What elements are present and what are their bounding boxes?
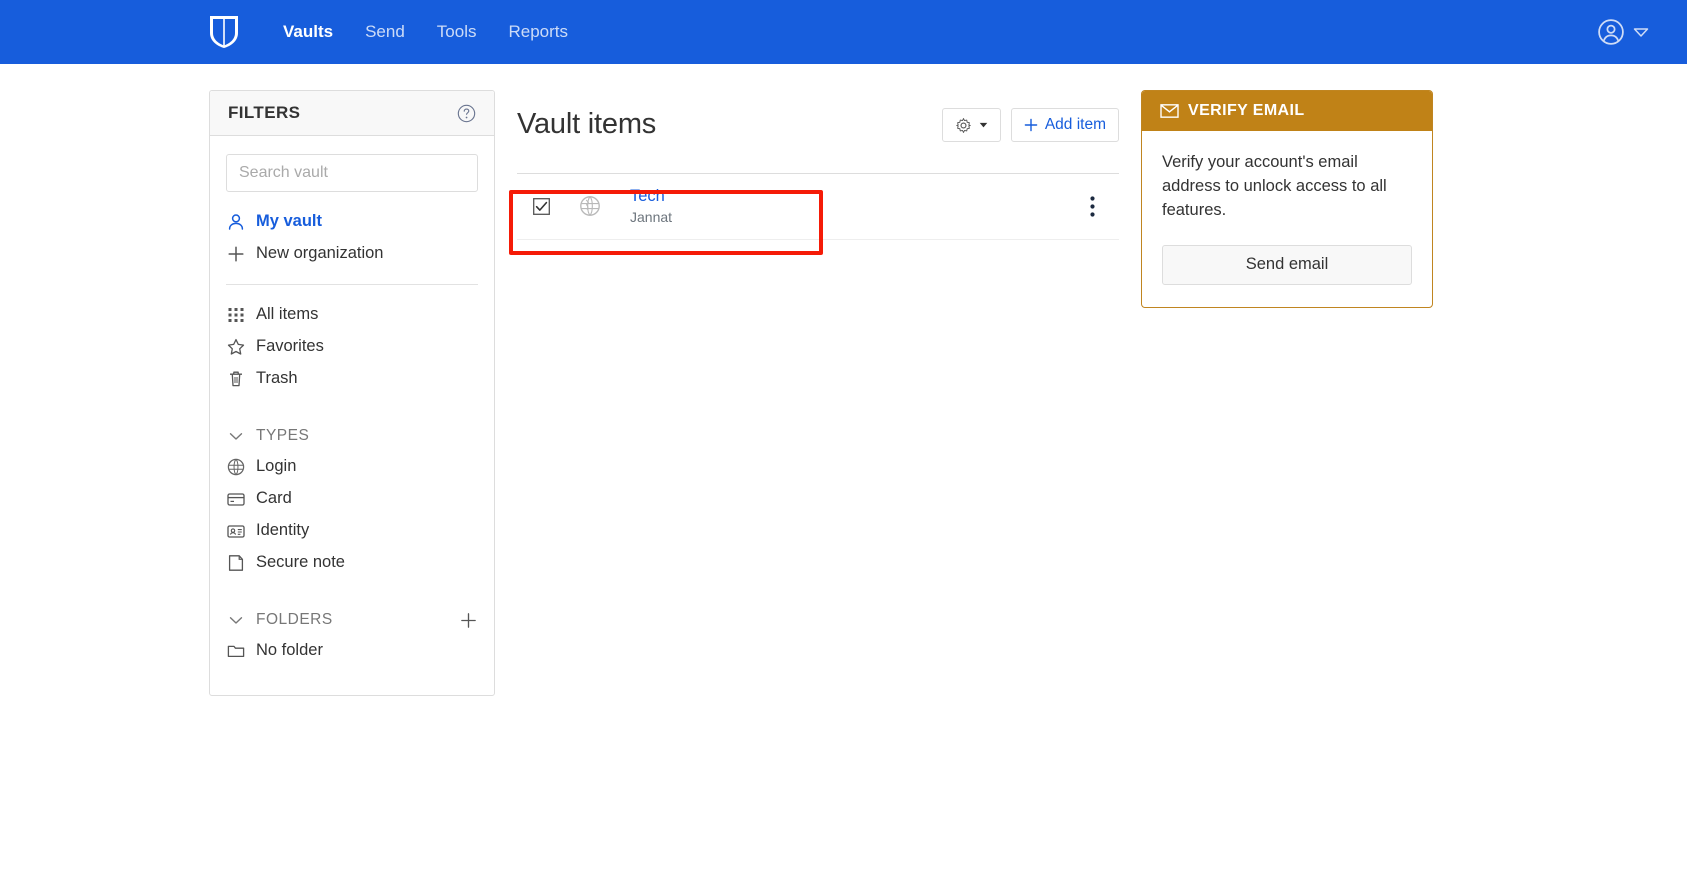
sidebar-item-no-folder[interactable]: No folder <box>226 635 478 667</box>
plus-icon <box>228 246 244 262</box>
add-folder-plus-icon[interactable] <box>459 611 478 630</box>
vault-scope-list: My vault New organization <box>226 206 478 270</box>
chevron-down-icon <box>229 617 243 624</box>
grid-icon <box>228 307 244 322</box>
globe-icon <box>580 196 600 217</box>
trash-icon <box>230 371 242 386</box>
sidebar-item-secure-note[interactable]: Secure note <box>226 547 478 579</box>
credit-card-icon <box>227 493 245 506</box>
content-columns: FILTERS My vault <box>209 64 1433 697</box>
caret-down-icon <box>979 123 988 128</box>
quick-filters-list: All items Favorites Trash <box>226 299 478 395</box>
sidebar-item-identity[interactable]: Identity <box>226 515 478 547</box>
row-checkbox[interactable] <box>533 197 550 215</box>
vault-options-button[interactable] <box>941 108 1001 143</box>
nav-link-vaults[interactable]: Vaults <box>267 0 349 64</box>
plus-icon <box>1024 119 1038 132</box>
top-navbar: Vaults Send Tools Reports <box>0 0 1687 64</box>
sidebar-item-label: All items <box>256 304 319 323</box>
page-body: FILTERS My vault <box>0 64 1687 889</box>
bitwarden-shield-icon-svg <box>210 16 238 48</box>
folders-section-toggle[interactable]: FOLDERS <box>226 605 478 635</box>
sidebar-item-label: New organization <box>256 243 384 262</box>
sidebar-item-label: Identity <box>256 520 310 539</box>
nav-link-send[interactable]: Send <box>349 0 421 64</box>
verify-email-body: Verify your account's email address to u… <box>1142 131 1432 307</box>
sidebar-divider <box>226 283 478 285</box>
types-section: TYPES Login Card Identity Secure note <box>226 421 478 579</box>
sidebar-item-my-vault[interactable]: My vault <box>226 206 478 238</box>
add-item-button[interactable]: Add item <box>1010 108 1119 143</box>
globe-icon <box>227 458 245 476</box>
user-icon <box>228 214 244 230</box>
verify-email-text: Verify your account's email address to u… <box>1162 153 1387 219</box>
folders-section: FOLDERS No folder <box>226 605 478 667</box>
header-actions: Add item <box>941 108 1119 143</box>
vault-item-options-button[interactable] <box>1077 191 1107 221</box>
note-icon <box>228 554 244 571</box>
sidebar-item-label: Card <box>256 489 292 507</box>
sidebar-item-label: Favorites <box>256 336 324 355</box>
sidebar-item-favorites[interactable]: Favorites <box>226 331 478 363</box>
verify-email-callout: VERIFY EMAIL Verify your account's email… <box>1141 90 1433 308</box>
sidebar-item-label: Trash <box>256 368 298 387</box>
sidebar-item-label: No folder <box>256 641 323 660</box>
types-section-toggle[interactable]: TYPES <box>226 421 478 451</box>
vault-items-panel: Vault items Add item Tech Jannat <box>509 90 1119 255</box>
vault-item-username: Jannat <box>630 208 673 225</box>
folder-icon <box>227 645 245 658</box>
search-input[interactable] <box>226 154 478 192</box>
gear-icon <box>956 117 971 133</box>
sidebar-item-label: Secure note <box>256 552 345 571</box>
star-icon <box>227 338 245 355</box>
folders-section-label: FOLDERS <box>256 610 333 628</box>
question-circle-icon[interactable] <box>457 104 476 123</box>
sidebar-item-all-items[interactable]: All items <box>226 299 478 331</box>
user-circle-icon[interactable] <box>1597 18 1625 46</box>
add-item-label: Add item <box>1044 116 1106 134</box>
verify-email-header: VERIFY EMAIL <box>1142 91 1432 131</box>
bitwarden-shield-icon[interactable] <box>209 15 267 49</box>
send-email-button[interactable]: Send email <box>1162 244 1412 285</box>
id-card-icon <box>227 525 245 538</box>
verify-email-title: VERIFY EMAIL <box>1188 102 1305 119</box>
filters-title: FILTERS <box>228 103 301 122</box>
nav-link-tools[interactable]: Tools <box>421 0 493 64</box>
filters-sidebar: FILTERS My vault <box>209 90 495 697</box>
sidebar-item-login[interactable]: Login <box>226 451 478 483</box>
filters-body: My vault New organization <box>210 136 494 695</box>
sidebar-item-trash[interactable]: Trash <box>226 363 478 395</box>
vertical-ellipsis-icon <box>1089 196 1095 217</box>
filters-header: FILTERS <box>210 91 494 136</box>
vault-item-texts: Tech Jannat <box>630 187 672 226</box>
account-menu[interactable] <box>1597 18 1651 46</box>
sidebar-item-card[interactable]: Card <box>226 483 478 515</box>
nav-link-reports[interactable]: Reports <box>492 0 584 64</box>
vault-items-list: Tech Jannat <box>509 173 1119 255</box>
sidebar-item-new-organization[interactable]: New organization <box>226 238 478 270</box>
caret-down-icon[interactable] <box>1631 22 1651 42</box>
page-title: Vault items <box>517 108 657 141</box>
types-section-label: TYPES <box>256 426 310 444</box>
primary-nav: Vaults Send Tools Reports <box>267 0 584 64</box>
chevron-down-icon <box>229 432 243 440</box>
sidebar-item-label: My vault <box>256 212 323 230</box>
vault-items-header: Vault items Add item <box>517 90 1119 173</box>
sidebar-item-label: Login <box>256 457 297 476</box>
envelope-icon <box>1160 104 1179 118</box>
vault-item-row-tech[interactable]: Tech Jannat <box>517 173 1119 240</box>
vault-item-name[interactable]: Tech <box>630 187 672 207</box>
